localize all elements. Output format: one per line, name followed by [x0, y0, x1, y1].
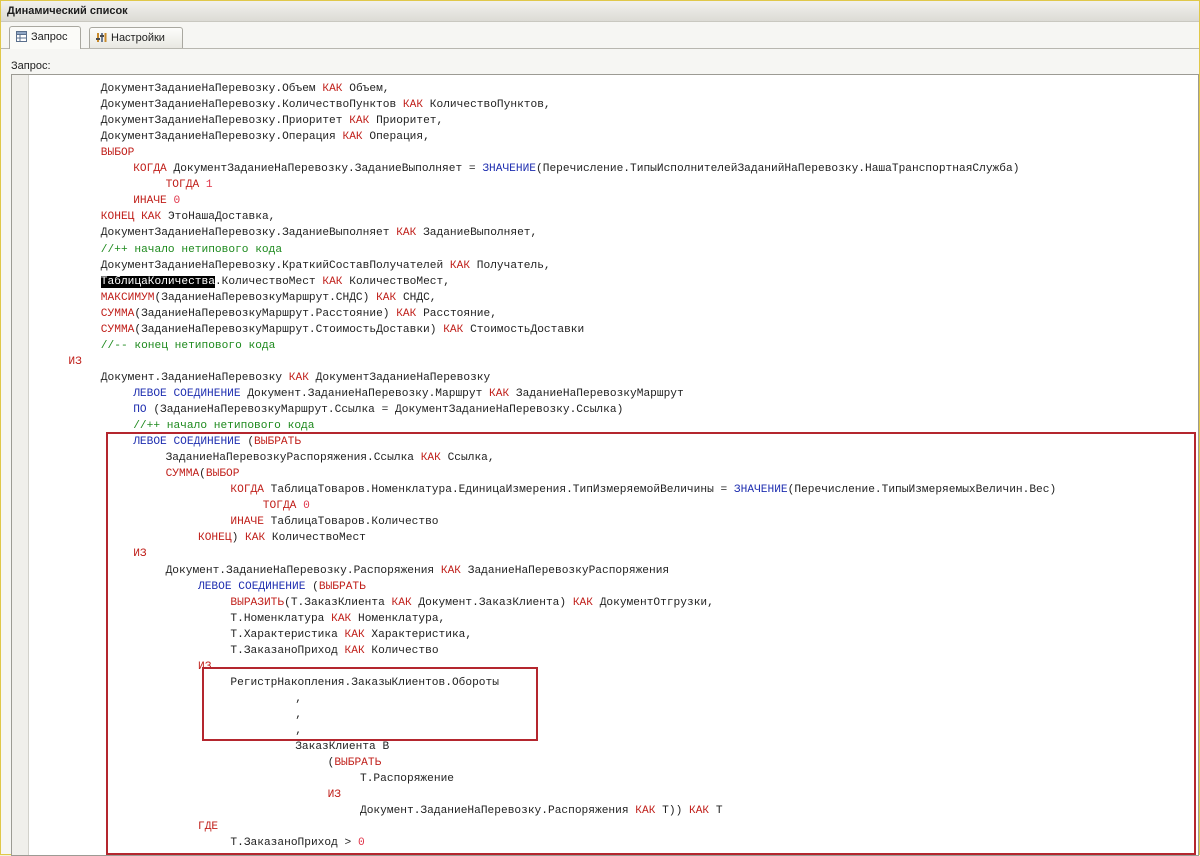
code-token: ДокументЗаданиеНаПеревозку.Объем [100, 83, 323, 95]
code-token: Документ.ЗаданиеНаПеревозку.Маршрут [240, 387, 490, 400]
code-token: Операция, [362, 131, 430, 144]
code-token: КАК [288, 371, 309, 384]
code-token: ВЫБОР [100, 147, 135, 160]
code-token: ИНАЧЕ [133, 195, 167, 208]
code-token: КАК [443, 323, 464, 336]
code-token: МАКСИМУМ [100, 291, 155, 304]
code-token: ЗаданиеНаПеревозкуМаршрут [509, 387, 684, 400]
code-token: ТОГДА [165, 179, 200, 192]
code-line: //++ начало нетипового кода [101, 242, 282, 258]
code-line: ТОГДА 1 [166, 177, 213, 193]
code-line: ИЗ [68, 354, 81, 370]
code-token: ЛЕВОЕ СОЕДИНЕНИЕ [133, 387, 241, 400]
table-icon [16, 31, 27, 42]
tab-settings[interactable]: Настройки [89, 27, 183, 48]
code-token: Объем, [342, 83, 390, 95]
code-token: КАК [322, 83, 343, 95]
code-token: //-- конец нетипового кода [100, 339, 276, 352]
code-line: ВЫБОР [101, 145, 135, 161]
code-line: ДокументЗаданиеНаПеревозку.Приоритет КАК… [101, 113, 443, 129]
code-line: КОГДА ДокументЗаданиеНаПеревозку.Задание… [133, 161, 1019, 177]
code-line: Документ.ЗаданиеНаПеревозку КАК Документ… [101, 370, 490, 386]
code-token: ДокументЗаданиеНаПеревозку.КоличествоПун… [100, 99, 403, 112]
code-token: ДокументЗаданиеНаПеревозку.Приоритет [100, 115, 350, 128]
code-token: ДокументЗаданиеНаПеревозку.ЗаданиеВыполн… [100, 227, 397, 240]
code-line: ТаблицаКоличества.КоличествоМест КАК Кол… [100, 274, 450, 290]
code-line: МАКСИМУМ(ЗаданиеНаПеревозкуМаршрут.СНДС)… [101, 290, 437, 306]
tab-query-label: Запрос [31, 31, 68, 43]
highlight-box-register [202, 667, 538, 741]
dynamic-list-window: Динамический список Запрос Настройки Зап… [0, 0, 1200, 856]
code-token: //++ начало нетипового кода [133, 420, 315, 433]
code-token: ЗНАЧЕНИЕ [482, 163, 537, 176]
code-line: ДокументЗаданиеНаПеревозку.ЗаданиеВыполн… [101, 225, 537, 241]
code-token: //++ начало нетипового кода [100, 243, 283, 256]
code-token: ДокументЗаданиеНаПеревозку [308, 371, 491, 384]
code-token: СУММА [100, 323, 135, 336]
code-token: ЗаданиеВыполняет, [416, 227, 538, 240]
code-token: (ЗаданиеНаПеревозкуМаршрут.СтоимостьДост… [134, 323, 444, 336]
code-token: КАК [489, 387, 510, 400]
code-token: КАК [402, 99, 424, 112]
code-line: ДокументЗаданиеНаПеревозку.Операция КАК … [101, 129, 430, 145]
code-token: Получатель, [470, 259, 551, 272]
code-line: ИНАЧЕ 0 [133, 193, 180, 209]
settings-icon [96, 33, 107, 42]
code-token: (ЗаданиеНаПеревозкуМаршрут.СНДС) [154, 291, 377, 304]
code-token: ДокументЗаданиеНаПеревозку.Операция [100, 131, 343, 144]
highlight-box-subquery [106, 432, 1196, 855]
code-token: КоличествоПунктов, [423, 99, 551, 112]
code-line: ДокументЗаданиеНаПеревозку.Объем КАК Объ… [101, 81, 390, 97]
code-token: ДокументЗаданиеНаПеревозку.ЗаданиеВыполн… [166, 163, 483, 176]
tab-query[interactable]: Запрос [9, 26, 81, 49]
code-token: КАК [349, 115, 370, 128]
code-token: КАК [376, 291, 397, 304]
code-token: Приоритет, [369, 115, 444, 128]
code-line: СУММА(ЗаданиеНаПеревозкуМаршрут.Расстоян… [101, 306, 497, 322]
code-token: КАК [396, 227, 417, 240]
window-title: Динамический список [7, 5, 128, 17]
code-token: .КоличествоМест [214, 275, 323, 288]
code-token: 0 [173, 195, 181, 208]
code-token: ЭтоНашаДоставка, [161, 211, 276, 224]
code-line: ДокументЗаданиеНаПеревозку.КраткийСостав… [101, 258, 551, 274]
code-line: КОНЕЦ КАК ЭтоНашаДоставка, [101, 209, 276, 225]
code-line: ЛЕВОЕ СОЕДИНЕНИЕ Документ.ЗаданиеНаПерев… [133, 386, 684, 402]
window-titlebar: Динамический список [1, 1, 1199, 22]
code-token: КАК [342, 131, 363, 144]
code-token: СУММА [100, 307, 135, 320]
query-text-editor[interactable]: ДокументЗаданиеНаПеревозку.Объем КАК Объ… [11, 74, 1199, 856]
code-token: КАК [322, 275, 343, 288]
code-token: КОНЕЦ [100, 211, 135, 224]
query-label: Запрос: [11, 60, 51, 72]
code-token: (Перечисление.ТипыИсполнителейЗаданийНаП… [536, 163, 1020, 176]
tab-bar: Запрос Настройки [1, 22, 1199, 49]
code-token: СтоимостьДоставки [463, 323, 585, 336]
code-token: КАК [449, 259, 471, 272]
editor-gutter [12, 75, 29, 855]
code-token: СНДС, [396, 291, 437, 304]
code-token: Документ.ЗаданиеНаПеревозку [100, 371, 289, 384]
code-token: ИЗ [68, 355, 82, 368]
code-token: КАК [141, 211, 162, 224]
code-token: КАК [396, 307, 417, 320]
code-token: (ЗаданиеНаПеревозкуМаршрут.Ссылка = Доку… [146, 404, 624, 416]
code-line: СУММА(ЗаданиеНаПеревозкуМаршрут.Стоимост… [101, 322, 584, 338]
code-token: КоличествоМест, [342, 275, 450, 288]
code-token: (ЗаданиеНаПеревозкуМаршрут.Расстояние) [134, 307, 397, 320]
code-token: Расстояние, [416, 307, 497, 320]
tab-settings-label: Настройки [111, 32, 165, 44]
code-token: ПО [133, 404, 147, 416]
code-line: ПО (ЗаданиеНаПеревозкуМаршрут.Ссылка = Д… [133, 402, 623, 418]
code-token: ТаблицаКоличества [100, 275, 215, 288]
code-line: ДокументЗаданиеНаПеревозку.КоличествоПун… [101, 97, 551, 113]
code-token: ДокументЗаданиеНаПеревозку.КраткийСостав… [100, 259, 450, 272]
code-token: 1 [205, 179, 213, 192]
code-token: КОГДА [133, 163, 167, 176]
code-line: //-- конец нетипового кода [101, 338, 276, 354]
